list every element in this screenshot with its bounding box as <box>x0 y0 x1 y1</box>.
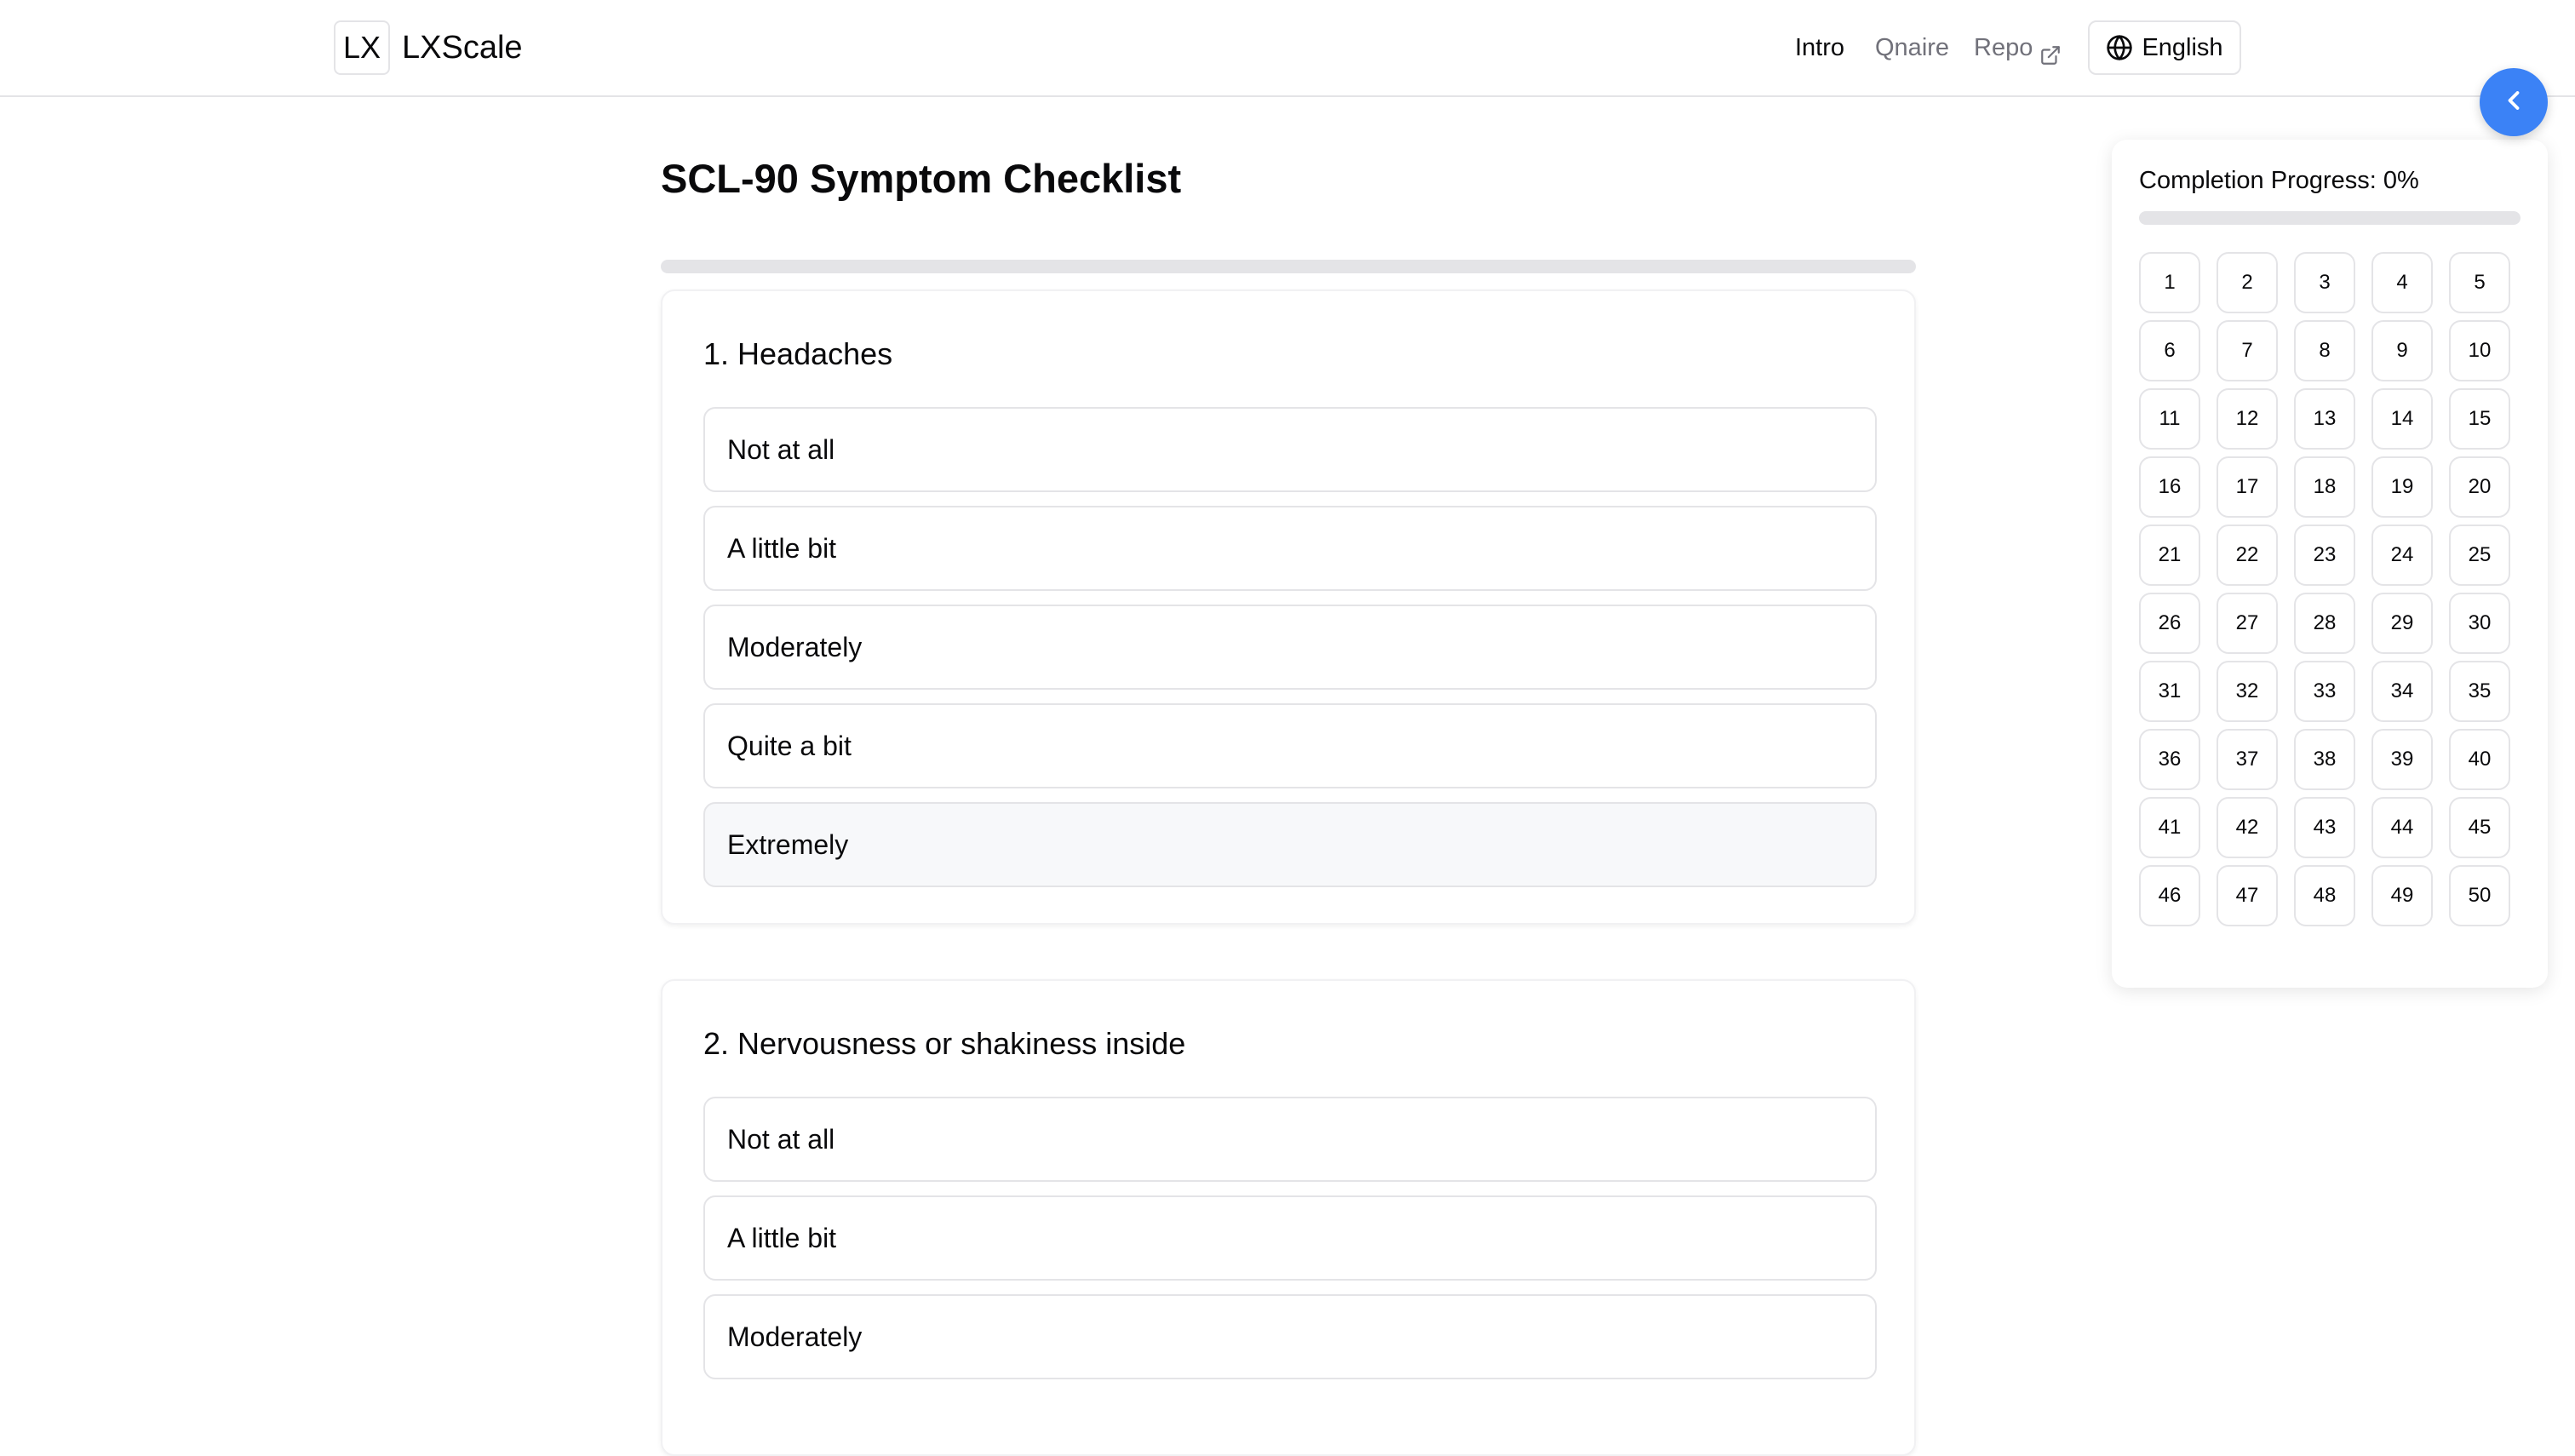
question-nav-button-31[interactable]: 31 <box>2139 661 2200 722</box>
question-nav-button-36[interactable]: 36 <box>2139 729 2200 790</box>
questionnaire-progress-bar <box>661 260 1916 273</box>
question-nav-button-35[interactable]: 35 <box>2449 661 2510 722</box>
question-nav-button-45[interactable]: 45 <box>2449 797 2510 858</box>
answer-option-a-little-bit[interactable]: A little bit <box>703 506 1877 591</box>
question-card: 1. Headaches Not at all A little bit Mod… <box>661 289 1916 925</box>
question-nav-button-20[interactable]: 20 <box>2449 456 2510 518</box>
question-nav-button-14[interactable]: 14 <box>2371 388 2433 450</box>
logo-mark[interactable]: LX <box>334 20 390 75</box>
completion-progress-panel: Completion Progress: 0% 1 2 3 4 5 6 7 8 9 10 11 12 1… <box>2112 140 2548 988</box>
question-nav-button-41[interactable]: 41 <box>2139 797 2200 858</box>
completion-progress-bar <box>2139 211 2521 225</box>
question-nav-button-16[interactable]: 16 <box>2139 456 2200 518</box>
language-label: English <box>2142 33 2223 61</box>
globe-icon <box>2106 34 2133 61</box>
question-nav-button-24[interactable]: 24 <box>2371 525 2433 586</box>
question-nav-button-8[interactable]: 8 <box>2294 320 2355 381</box>
question-nav-button-42[interactable]: 42 <box>2217 797 2278 858</box>
answer-option-moderately[interactable]: Moderately <box>703 605 1877 690</box>
question-nav-button-37[interactable]: 37 <box>2217 729 2278 790</box>
question-nav-button-1[interactable]: 1 <box>2139 252 2200 313</box>
question-nav-button-28[interactable]: 28 <box>2294 593 2355 654</box>
question-nav-button-30[interactable]: 30 <box>2449 593 2510 654</box>
nav-link-repo[interactable]: Repo <box>1974 26 2062 70</box>
question-nav-button-26[interactable]: 26 <box>2139 593 2200 654</box>
question-nav-button-43[interactable]: 43 <box>2294 797 2355 858</box>
question-nav-button-40[interactable]: 40 <box>2449 729 2510 790</box>
collapse-panel-button[interactable] <box>2480 68 2548 136</box>
question-nav-button-5[interactable]: 5 <box>2449 252 2510 313</box>
question-nav-button-33[interactable]: 33 <box>2294 661 2355 722</box>
question-nav-button-34[interactable]: 34 <box>2371 661 2433 722</box>
question-title: 2. Nervousness or shakiness inside <box>703 1026 1186 1061</box>
question-navigator-grid: 1 2 3 4 5 6 7 8 9 10 11 12 13 14 15 16 17 18 19 20 21 22 23 24 2… <box>2139 252 2510 926</box>
question-nav-button-39[interactable]: 39 <box>2371 729 2433 790</box>
nav-link-qnaire[interactable]: Qnaire <box>1875 26 1949 70</box>
answer-option-extremely[interactable]: Extremely <box>703 802 1877 887</box>
question-nav-button-25[interactable]: 25 <box>2449 525 2510 586</box>
question-nav-button-19[interactable]: 19 <box>2371 456 2433 518</box>
answer-option-not-at-all[interactable]: Not at all <box>703 407 1877 492</box>
question-nav-button-38[interactable]: 38 <box>2294 729 2355 790</box>
question-nav-button-13[interactable]: 13 <box>2294 388 2355 450</box>
question-title: 1. Headaches <box>703 336 893 371</box>
question-nav-button-9[interactable]: 9 <box>2371 320 2433 381</box>
nav-link-intro[interactable]: Intro <box>1795 26 1844 70</box>
question-nav-button-46[interactable]: 46 <box>2139 865 2200 926</box>
question-nav-button-47[interactable]: 47 <box>2217 865 2278 926</box>
question-nav-button-29[interactable]: 29 <box>2371 593 2433 654</box>
question-nav-button-11[interactable]: 11 <box>2139 388 2200 450</box>
question-nav-button-23[interactable]: 23 <box>2294 525 2355 586</box>
question-nav-button-32[interactable]: 32 <box>2217 661 2278 722</box>
question-nav-button-3[interactable]: 3 <box>2294 252 2355 313</box>
question-nav-button-6[interactable]: 6 <box>2139 320 2200 381</box>
question-nav-button-4[interactable]: 4 <box>2371 252 2433 313</box>
top-navbar: LX LXScale Intro Qnaire Repo English <box>0 0 2575 97</box>
external-link-icon <box>2039 37 2062 65</box>
question-nav-button-27[interactable]: 27 <box>2217 593 2278 654</box>
question-nav-button-44[interactable]: 44 <box>2371 797 2433 858</box>
question-nav-button-22[interactable]: 22 <box>2217 525 2278 586</box>
answer-option-quite-a-bit[interactable]: Quite a bit <box>703 703 1877 788</box>
question-nav-button-17[interactable]: 17 <box>2217 456 2278 518</box>
question-card: 2. Nervousness or shakiness inside Not a… <box>661 979 1916 1456</box>
chevron-left-icon <box>2498 85 2529 120</box>
completion-progress-label: Completion Progress: 0% <box>2139 167 2419 194</box>
question-nav-button-2[interactable]: 2 <box>2217 252 2278 313</box>
answer-option-a-little-bit[interactable]: A little bit <box>703 1195 1877 1281</box>
question-nav-button-10[interactable]: 10 <box>2449 320 2510 381</box>
language-selector-button[interactable]: English <box>2088 20 2241 75</box>
nav-link-repo-label: Repo <box>1974 34 2033 61</box>
brand-name[interactable]: LXScale <box>402 26 523 70</box>
question-nav-button-15[interactable]: 15 <box>2449 388 2510 450</box>
question-nav-button-49[interactable]: 49 <box>2371 865 2433 926</box>
question-nav-button-18[interactable]: 18 <box>2294 456 2355 518</box>
question-nav-button-50[interactable]: 50 <box>2449 865 2510 926</box>
answer-option-not-at-all[interactable]: Not at all <box>703 1097 1877 1182</box>
question-nav-button-7[interactable]: 7 <box>2217 320 2278 381</box>
question-nav-button-21[interactable]: 21 <box>2139 525 2200 586</box>
question-nav-button-48[interactable]: 48 <box>2294 865 2355 926</box>
answer-option-moderately[interactable]: Moderately <box>703 1294 1877 1379</box>
page-title: SCL-90 Symptom Checklist <box>661 156 1182 201</box>
question-nav-button-12[interactable]: 12 <box>2217 388 2278 450</box>
